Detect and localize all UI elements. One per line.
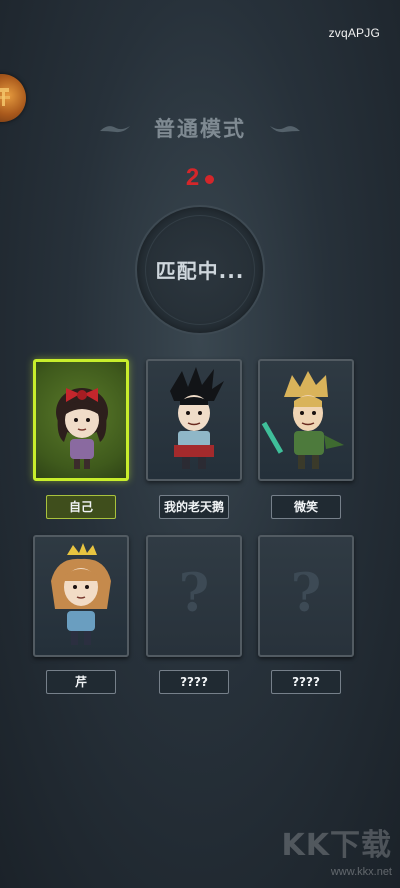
spiky-haired-gentleman-portrait <box>170 367 224 469</box>
mode-title-row: 普通模式 <box>0 108 400 148</box>
girl-with-red-bow-portrait <box>56 388 108 469</box>
left-ornament-icon <box>100 126 130 133</box>
unknown-player-icon: ? <box>290 563 322 624</box>
matching-status-text: 匹配中... <box>155 259 245 283</box>
user-id-label: zvqAPJG <box>328 26 380 40</box>
site-watermark: KK下载 www.kkx.net <box>272 820 393 880</box>
player-name-tag-4: 芹 <box>46 670 116 694</box>
matching-indicator: 匹配中... <box>135 205 265 335</box>
girl-with-crown-portrait <box>51 543 111 645</box>
player-name-tag-6: ???? <box>271 670 341 694</box>
player-name-tag-self: 自己 <box>46 495 116 519</box>
player-card-5-empty[interactable]: ? <box>146 535 242 657</box>
player-card-2[interactable] <box>146 359 242 481</box>
player-card-3[interactable] <box>258 359 354 481</box>
blond-elf-with-sword-portrait <box>261 371 344 469</box>
watermark-logo: KK下载 <box>281 828 392 863</box>
player-card-self[interactable] <box>33 359 129 481</box>
player-card-6-empty[interactable]: ? <box>258 535 354 657</box>
player-name-tag-3: 微笑 <box>271 495 341 519</box>
crest-icon <box>0 88 10 106</box>
record-dot-icon <box>205 174 215 184</box>
mode-title: 普通模式 <box>154 117 246 141</box>
player-card-4[interactable] <box>33 535 129 657</box>
right-ornament-icon <box>270 126 300 133</box>
player-count: 2 <box>185 164 200 191</box>
player-count-row: 2 <box>0 164 400 192</box>
watermark-url: www.kkx.net <box>330 866 392 878</box>
unknown-player-icon: ? <box>178 563 210 624</box>
player-name-tag-5: ???? <box>159 670 229 694</box>
player-name-tag-2: 我的老天鹅 <box>159 495 229 519</box>
